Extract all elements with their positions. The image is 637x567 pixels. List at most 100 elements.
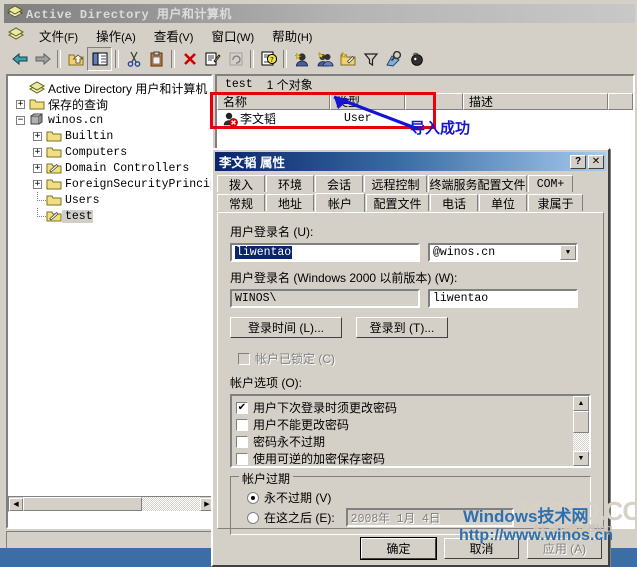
tab-com-plus[interactable]: COM+ bbox=[528, 175, 573, 192]
tab-environment[interactable]: 环境 bbox=[266, 175, 314, 192]
chevron-down-icon[interactable]: ▼ bbox=[560, 245, 576, 260]
logon-hours-button[interactable]: 登录时间 (L)... bbox=[230, 317, 342, 338]
new-ou-icon[interactable] bbox=[336, 48, 359, 70]
logon-to-button[interactable]: 登录到 (T)... bbox=[356, 317, 448, 338]
checkbox-checked[interactable]: ✔ bbox=[236, 401, 248, 414]
tree-node-root[interactable]: Active Directory 用户和计算机 bbox=[12, 80, 211, 96]
expiry-date-input[interactable]: 2008年 1月 4日 bbox=[345, 508, 514, 527]
tree-pane: Active Directory 用户和计算机 + 保存的查询 − winos.… bbox=[6, 74, 213, 529]
saved-query-icon[interactable] bbox=[405, 48, 428, 70]
column-header-name[interactable]: 名称 bbox=[217, 93, 330, 110]
tab-terminal-services-profile[interactable]: 终端服务配置文件 bbox=[428, 175, 527, 192]
tree-node-domain[interactable]: − winos.cn bbox=[12, 112, 211, 128]
scroll-track[interactable] bbox=[142, 497, 200, 511]
system-menu-icon[interactable] bbox=[7, 26, 25, 44]
logon-name-input[interactable]: liwentao bbox=[230, 243, 420, 262]
scroll-thumb[interactable] bbox=[573, 411, 589, 433]
checkbox-unchecked[interactable] bbox=[236, 418, 248, 431]
tree-horizontal-scrollbar[interactable]: ◀ ▶ bbox=[8, 496, 211, 512]
find-icon[interactable] bbox=[382, 48, 405, 70]
tab-profile[interactable]: 配置文件 bbox=[366, 194, 429, 211]
options-scrollbar[interactable]: ▲ ▼ bbox=[572, 396, 589, 466]
tab-dialin[interactable]: 拨入 bbox=[217, 175, 265, 192]
help-icon[interactable]: ? bbox=[257, 48, 280, 70]
tree-expander-plus[interactable]: + bbox=[29, 160, 46, 176]
account-options-listbox[interactable]: ✔ 用户下次登录时须更改密码 用户不能更改密码 密码永不过期 使用可逆的加密保存… bbox=[230, 394, 591, 468]
tree-node-users[interactable]: Users bbox=[12, 192, 211, 208]
row-name-cell[interactable]: 李文韬 bbox=[217, 110, 330, 127]
tab-address[interactable]: 地址 bbox=[266, 194, 314, 211]
account-options-label: 帐户选项 (O): bbox=[230, 376, 302, 390]
tree-node-domain-controllers[interactable]: + Domain Controllers bbox=[12, 160, 211, 176]
tree-node-test[interactable]: test bbox=[12, 208, 211, 224]
option-must-change-password[interactable]: ✔ 用户下次登录时须更改密码 bbox=[236, 399, 572, 416]
tree-node-builtin[interactable]: + Builtin bbox=[12, 128, 211, 144]
option-cannot-change-password[interactable]: 用户不能更改密码 bbox=[236, 416, 572, 433]
checkbox-unchecked[interactable] bbox=[236, 452, 248, 465]
menu-item-help[interactable]: 帮助(H) bbox=[263, 24, 321, 47]
tab-remote-control[interactable]: 远程控制 bbox=[364, 175, 427, 192]
menu-bar: 文件(F) 操作(A) 查看(V) 窗口(W) 帮助(H) bbox=[4, 25, 635, 46]
cut-icon[interactable] bbox=[122, 48, 145, 70]
new-user-icon[interactable] bbox=[290, 48, 313, 70]
dialog-button-bar: 确定 取消 应用 (A) bbox=[360, 537, 602, 560]
expiry-end-row[interactable]: 在这之后 (E): 2008年 1月 4日 bbox=[241, 508, 580, 527]
show-hide-tree-icon[interactable] bbox=[87, 47, 112, 71]
menu-item-action[interactable]: 操作(A) bbox=[87, 24, 145, 47]
scroll-up-icon[interactable]: ▲ bbox=[573, 396, 589, 411]
tree-node-label: Builtin bbox=[65, 129, 114, 143]
back-icon[interactable] bbox=[8, 48, 31, 70]
tab-member-of[interactable]: 隶属于 bbox=[528, 194, 583, 211]
pre2000-domain-display: WINOS\ bbox=[230, 289, 420, 308]
pre2000-logon-input[interactable]: liwentao bbox=[428, 289, 578, 308]
menu-item-file[interactable]: 文件(F) bbox=[30, 24, 87, 47]
refresh-icon[interactable] bbox=[224, 48, 247, 70]
ok-button[interactable]: 确定 bbox=[360, 537, 437, 560]
tab-account[interactable]: 帐户 bbox=[315, 193, 365, 212]
filter-icon[interactable] bbox=[359, 48, 382, 70]
tab-sessions[interactable]: 会话 bbox=[315, 175, 363, 192]
tree-expander-plus[interactable]: + bbox=[12, 96, 29, 112]
row-type-cell: User bbox=[344, 112, 372, 125]
tree-expander-plus[interactable]: + bbox=[29, 144, 46, 160]
tree-expander-plus[interactable]: + bbox=[29, 128, 46, 144]
column-header-extra[interactable] bbox=[608, 93, 633, 110]
menu-item-view[interactable]: 查看(V) bbox=[145, 24, 203, 47]
tree-expander-minus[interactable]: − bbox=[12, 112, 29, 128]
scroll-thumb[interactable] bbox=[23, 497, 142, 511]
radio-never-expires[interactable] bbox=[247, 491, 259, 504]
scroll-down-icon[interactable]: ▼ bbox=[573, 451, 589, 466]
tab-general[interactable]: 常规 bbox=[217, 194, 265, 211]
scroll-left-icon[interactable]: ◀ bbox=[9, 497, 23, 511]
forward-icon[interactable] bbox=[31, 48, 54, 70]
tree-node-computers[interactable]: + Computers bbox=[12, 144, 211, 160]
option-label: 密码永不过期 bbox=[253, 435, 326, 449]
tab-telephones[interactable]: 电话 bbox=[430, 194, 478, 211]
screen: Active Directory 用户和计算机 文件(F) 操作(A) 查看(V… bbox=[0, 0, 637, 567]
up-one-level-icon[interactable] bbox=[64, 48, 87, 70]
option-password-never-expires[interactable]: 密码永不过期 bbox=[236, 433, 572, 450]
paste-icon[interactable] bbox=[145, 48, 168, 70]
radio-end-of[interactable] bbox=[247, 511, 259, 524]
scroll-track[interactable] bbox=[573, 433, 589, 451]
tree-node-foreignsecurityprincipals[interactable]: + ForeignSecurityPrincipa bbox=[12, 176, 211, 192]
close-button[interactable]: ✕ bbox=[588, 154, 604, 169]
tree-expander-plus[interactable]: + bbox=[29, 176, 46, 192]
tree-node-saved-queries[interactable]: + 保存的查询 bbox=[12, 96, 211, 112]
column-header-description[interactable]: 描述 bbox=[463, 93, 608, 110]
column-header-blank[interactable] bbox=[405, 93, 463, 110]
option-store-password-reversible[interactable]: 使用可逆的加密保存密码 bbox=[236, 450, 572, 467]
tab-organization[interactable]: 单位 bbox=[479, 194, 527, 211]
column-header-type[interactable]: 类型 bbox=[330, 93, 405, 110]
checkbox-unchecked[interactable] bbox=[236, 435, 248, 448]
delete-icon[interactable] bbox=[178, 48, 201, 70]
upn-suffix-combo[interactable]: @winos.cn ▼ bbox=[428, 243, 578, 262]
help-button[interactable]: ? bbox=[570, 154, 586, 169]
expiry-never-row[interactable]: 永不过期 (V) bbox=[241, 489, 580, 506]
new-group-icon[interactable] bbox=[313, 48, 336, 70]
menu-item-window[interactable]: 窗口(W) bbox=[202, 24, 263, 47]
cancel-button[interactable]: 取消 bbox=[444, 538, 519, 559]
properties-icon[interactable] bbox=[201, 48, 224, 70]
